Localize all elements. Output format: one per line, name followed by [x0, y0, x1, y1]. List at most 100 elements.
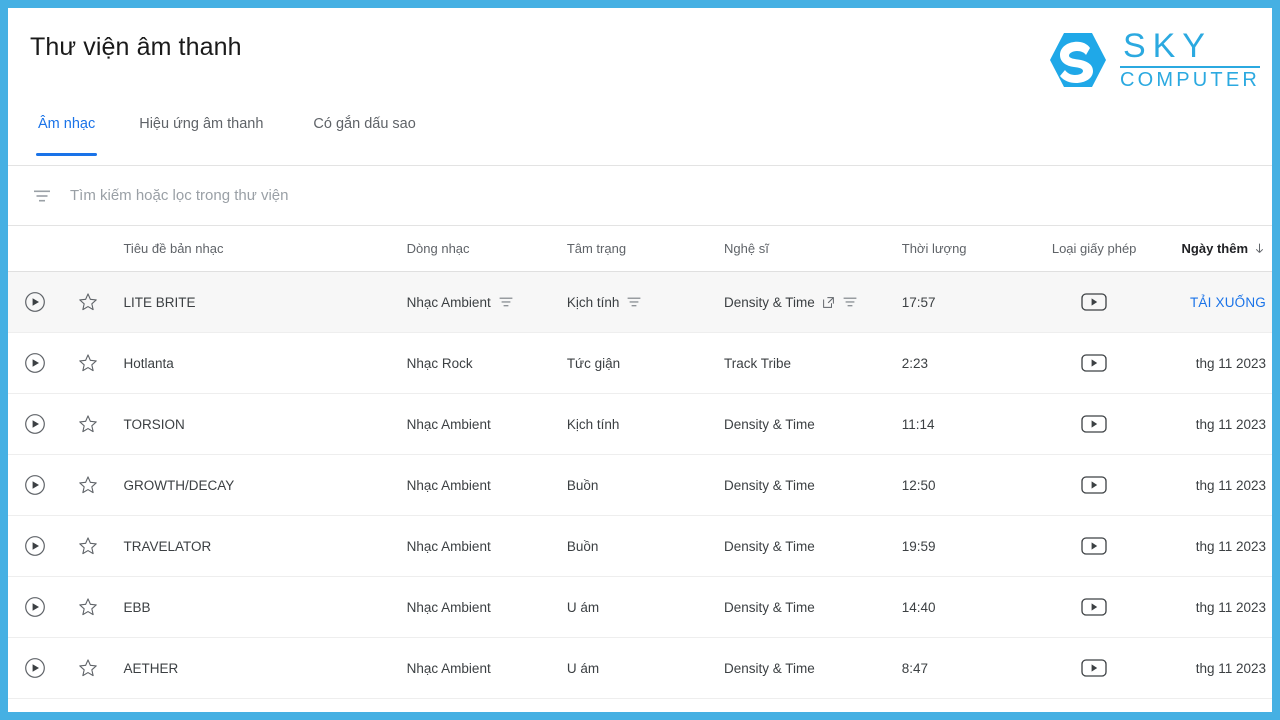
track-duration: 12:50 [901, 477, 936, 493]
play-button[interactable] [8, 413, 63, 435]
track-artist[interactable]: Density & Time [724, 478, 815, 493]
star-outline-icon [79, 537, 97, 555]
filter-list-icon[interactable] [32, 186, 52, 206]
track-artist-cell: Density & Time [724, 416, 902, 432]
star-outline-icon [79, 659, 97, 677]
track-mood[interactable]: Buồn [567, 478, 599, 493]
play-circle-icon [25, 353, 46, 373]
track-genre[interactable]: Nhạc Ambient [407, 539, 491, 554]
track-mood[interactable]: U ám [567, 661, 599, 676]
track-artist-cell: Track Tribe [724, 355, 902, 371]
track-duration: 2:23 [901, 355, 929, 371]
track-duration: 19:59 [901, 538, 936, 554]
table-row[interactable]: TORSION Nhạc Ambient Kịch tính Density &… [8, 394, 1272, 455]
track-genre[interactable]: Nhạc Rock [407, 356, 473, 371]
arrow-down-icon [1255, 243, 1264, 253]
track-genre[interactable]: Nhạc Ambient [407, 600, 491, 615]
track-artist[interactable]: Density & Time [724, 661, 815, 676]
track-mood[interactable]: Kịch tính [567, 295, 620, 310]
audio-library-window: Thư viện âm thanh SKY COMPUTER Âm nhạc H… [8, 8, 1272, 712]
table-row[interactable]: Hotlanta Nhạc Rock Tức giận Track Tribe … [8, 333, 1272, 394]
col-header-license[interactable]: Loại giấy phép [1032, 241, 1157, 256]
license-type-button[interactable] [1032, 597, 1157, 617]
table-row[interactable]: EBB Nhạc Ambient U ám Density & Time 14:… [8, 577, 1272, 638]
table-row[interactable]: AETHER Nhạc Ambient U ám Density & Time … [8, 638, 1272, 699]
track-artist-cell: Density & Time [724, 599, 902, 615]
license-type-button[interactable] [1032, 475, 1157, 495]
track-genre[interactable]: Nhạc Ambient [407, 478, 491, 493]
track-artist[interactable]: Density & Time [724, 539, 815, 554]
track-genre-cell: Nhạc Rock [407, 355, 567, 371]
col-header-date-added[interactable]: Ngày thêm [1157, 241, 1272, 256]
favorite-star-button[interactable] [63, 657, 114, 679]
tab-hieu-ung-am-thanh[interactable]: Hiệu ứng âm thanh [125, 112, 277, 132]
favorite-star-button[interactable] [63, 535, 114, 557]
track-artist-cell: Density & Time [724, 660, 902, 676]
track-artist[interactable]: Track Tribe [724, 356, 791, 371]
play-button[interactable] [8, 596, 63, 618]
youtube-play-icon [1081, 293, 1107, 311]
track-title[interactable]: TORSION [113, 417, 406, 432]
tab-am-nhac[interactable]: Âm nhạc [30, 112, 103, 156]
hexagon-s-icon [1049, 33, 1106, 88]
track-genre[interactable]: Nhạc Ambient [407, 661, 491, 676]
track-date-added: thg 11 2023 [1195, 599, 1267, 615]
table-body: LITE BRITE Nhạc Ambient Kịch tính Densit… [8, 272, 1272, 699]
favorite-star-button[interactable] [63, 413, 114, 435]
play-button[interactable] [8, 657, 63, 679]
col-header-title[interactable]: Tiêu đề bản nhạc [113, 241, 406, 256]
track-genre[interactable]: Nhạc Ambient [407, 295, 491, 310]
filter-genre-icon[interactable] [498, 294, 514, 310]
play-circle-icon [25, 292, 46, 312]
track-artist[interactable]: Density & Time [724, 295, 815, 310]
track-artist-cell: Density & Time [724, 538, 902, 554]
license-type-button[interactable] [1032, 353, 1157, 373]
track-genre[interactable]: Nhạc Ambient [407, 417, 491, 432]
track-mood[interactable]: Buồn [567, 539, 599, 554]
track-mood[interactable]: Tức giận [567, 356, 620, 371]
play-button[interactable] [8, 291, 63, 313]
track-artist[interactable]: Density & Time [724, 600, 815, 615]
track-title[interactable]: EBB [113, 600, 406, 615]
open-in-new-icon[interactable] [821, 295, 836, 310]
track-genre-cell: Nhạc Ambient [407, 599, 567, 615]
license-type-button[interactable] [1032, 292, 1157, 312]
col-header-artist[interactable]: Nghệ sĩ [724, 241, 902, 256]
track-title[interactable]: AETHER [113, 661, 406, 676]
youtube-play-icon [1081, 598, 1107, 616]
col-header-duration[interactable]: Thời lượng [902, 241, 1032, 256]
license-type-button[interactable] [1032, 414, 1157, 434]
table-row[interactable]: GROWTH/DECAY Nhạc Ambient Buồn Density &… [8, 455, 1272, 516]
track-title[interactable]: TRAVELATOR [113, 539, 406, 554]
favorite-star-button[interactable] [63, 474, 114, 496]
favorite-star-button[interactable] [63, 596, 114, 618]
play-button[interactable] [8, 535, 63, 557]
track-genre-cell: Nhạc Ambient [407, 416, 567, 432]
tab-co-gan-dau-sao[interactable]: Có gắn dấu sao [299, 112, 429, 132]
col-header-mood[interactable]: Tâm trạng [567, 241, 724, 256]
favorite-star-button[interactable] [63, 291, 114, 313]
track-title[interactable]: LITE BRITE [113, 295, 406, 310]
license-type-button[interactable] [1032, 536, 1157, 556]
license-type-button[interactable] [1032, 658, 1157, 678]
col-header-date-added-label: Ngày thêm [1181, 241, 1249, 256]
track-title[interactable]: GROWTH/DECAY [113, 478, 406, 493]
table-row[interactable]: TRAVELATOR Nhạc Ambient Buồn Density & T… [8, 516, 1272, 577]
track-artist[interactable]: Density & Time [724, 417, 815, 432]
filter-artist-icon[interactable] [842, 294, 858, 310]
play-circle-icon [25, 658, 46, 678]
filter-mood-icon[interactable] [626, 294, 642, 310]
search-bar [8, 166, 1272, 226]
play-button[interactable] [8, 474, 63, 496]
table-row[interactable]: LITE BRITE Nhạc Ambient Kịch tính Densit… [8, 272, 1272, 333]
favorite-star-button[interactable] [63, 352, 114, 374]
search-input[interactable] [70, 187, 770, 204]
star-outline-icon [79, 598, 97, 616]
page-header: Thư viện âm thanh SKY COMPUTER [8, 8, 1272, 112]
track-title[interactable]: Hotlanta [113, 356, 406, 371]
col-header-genre[interactable]: Dòng nhạc [407, 241, 567, 256]
download-link[interactable]: TẢI XUỐNG [1157, 295, 1272, 310]
play-button[interactable] [8, 352, 63, 374]
track-mood[interactable]: U ám [567, 600, 599, 615]
track-mood[interactable]: Kịch tính [567, 417, 620, 432]
